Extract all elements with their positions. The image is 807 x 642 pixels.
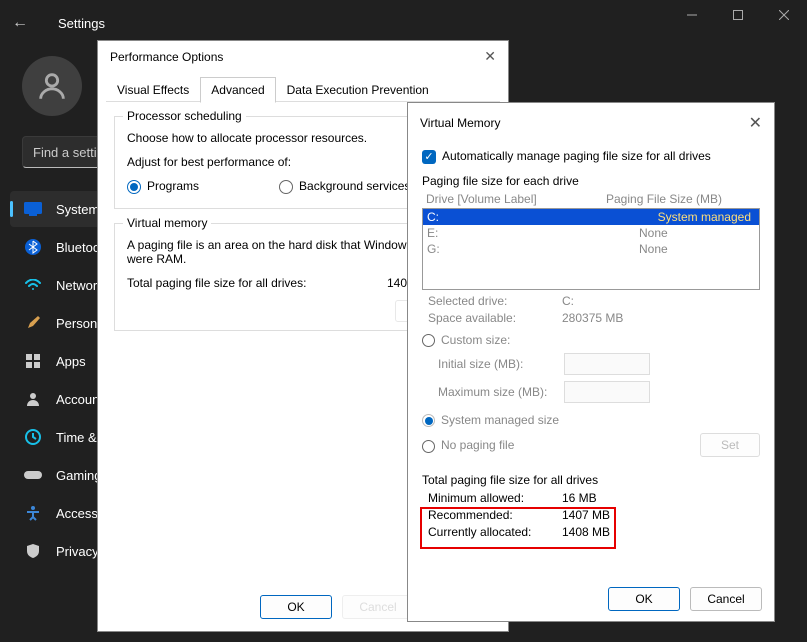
- close-button[interactable]: [761, 0, 807, 30]
- apps-icon: [24, 352, 42, 370]
- space-label: Space available:: [428, 311, 562, 325]
- drive-row[interactable]: G: None: [423, 241, 759, 257]
- shield-icon: [24, 542, 42, 560]
- drive-row[interactable]: C: System managed: [423, 209, 759, 225]
- bluetooth-icon: [24, 238, 42, 256]
- tab-dep[interactable]: Data Execution Prevention: [276, 77, 440, 103]
- col-drive: Drive [Volume Label]: [426, 192, 606, 206]
- auto-manage-checkbox[interactable]: ✓Automatically manage paging file size f…: [422, 149, 711, 163]
- clock-icon: [24, 428, 42, 446]
- wifi-icon: [24, 276, 42, 294]
- radio-icon: [422, 440, 435, 453]
- back-button[interactable]: ←: [12, 14, 36, 32]
- maximum-size-label: Maximum size (MB):: [438, 385, 564, 399]
- ok-button[interactable]: OK: [608, 587, 680, 611]
- min-value: 16 MB: [562, 491, 597, 505]
- cancel-button[interactable]: Cancel: [342, 595, 414, 619]
- drive-row[interactable]: E: None: [423, 225, 759, 241]
- radio-custom-size: Custom size:: [422, 333, 510, 347]
- brush-icon: [24, 314, 42, 332]
- initial-size-label: Initial size (MB):: [438, 357, 564, 371]
- tab-visual-effects[interactable]: Visual Effects: [106, 77, 200, 103]
- dialog-title: Performance Options: [110, 50, 223, 64]
- cancel-button[interactable]: Cancel: [690, 587, 762, 611]
- gaming-icon: [24, 466, 42, 484]
- rec-label: Recommended:: [428, 508, 562, 522]
- user-icon: [35, 69, 69, 103]
- maximum-size-input: [564, 381, 650, 403]
- per-drive-legend: Paging file size for each drive: [422, 174, 760, 188]
- cur-value: 1408 MB: [562, 525, 610, 539]
- tabs: Visual Effects Advanced Data Execution P…: [98, 72, 508, 102]
- cur-label: Currently allocated:: [428, 525, 562, 539]
- rec-value: 1407 MB: [562, 508, 610, 522]
- dialog-title: Virtual Memory: [420, 116, 500, 130]
- tab-advanced[interactable]: Advanced: [200, 77, 275, 103]
- sidebar-item-label: Gaming: [56, 468, 102, 483]
- radio-icon: [422, 414, 435, 427]
- radio-icon: [127, 180, 141, 194]
- drives-listbox[interactable]: C: System managed E: None G: None: [422, 208, 760, 290]
- system-icon: [24, 200, 42, 218]
- accounts-icon: [24, 390, 42, 408]
- min-label: Minimum allowed:: [428, 491, 562, 505]
- window-controls: [669, 0, 807, 30]
- close-icon[interactable]: ✕: [745, 111, 766, 135]
- selected-drive-value: C:: [562, 294, 574, 308]
- minimize-button[interactable]: [669, 0, 715, 30]
- radio-icon: [279, 180, 293, 194]
- avatar[interactable]: [22, 56, 82, 116]
- initial-size-input: [564, 353, 650, 375]
- set-button: Set: [700, 433, 760, 457]
- accessibility-icon: [24, 504, 42, 522]
- group-legend: Processor scheduling: [123, 109, 246, 123]
- radio-programs[interactable]: Programs: [127, 179, 199, 194]
- group-legend: Virtual memory: [123, 216, 211, 230]
- maximize-button[interactable]: [715, 0, 761, 30]
- vm-total-label: Total paging file size for all drives:: [127, 276, 387, 290]
- sidebar-item-label: Apps: [56, 354, 86, 369]
- sidebar-item-label: System: [56, 202, 99, 217]
- app-title: Settings: [58, 16, 105, 31]
- close-icon[interactable]: ✕: [480, 46, 500, 67]
- radio-no-paging: No paging file: [422, 438, 700, 452]
- radio-system-managed: System managed size: [422, 413, 559, 427]
- checkbox-icon: ✓: [422, 150, 436, 164]
- totals-legend: Total paging file size for all drives: [422, 473, 760, 487]
- col-size: Paging File Size (MB): [606, 192, 722, 206]
- virtual-memory-dialog: Virtual Memory ✕ ✓Automatically manage p…: [407, 102, 775, 622]
- space-value: 280375 MB: [562, 311, 623, 325]
- radio-background-services[interactable]: Background services: [279, 179, 410, 194]
- selected-drive-label: Selected drive:: [428, 294, 562, 308]
- ok-button[interactable]: OK: [260, 595, 332, 619]
- radio-icon: [422, 334, 435, 347]
